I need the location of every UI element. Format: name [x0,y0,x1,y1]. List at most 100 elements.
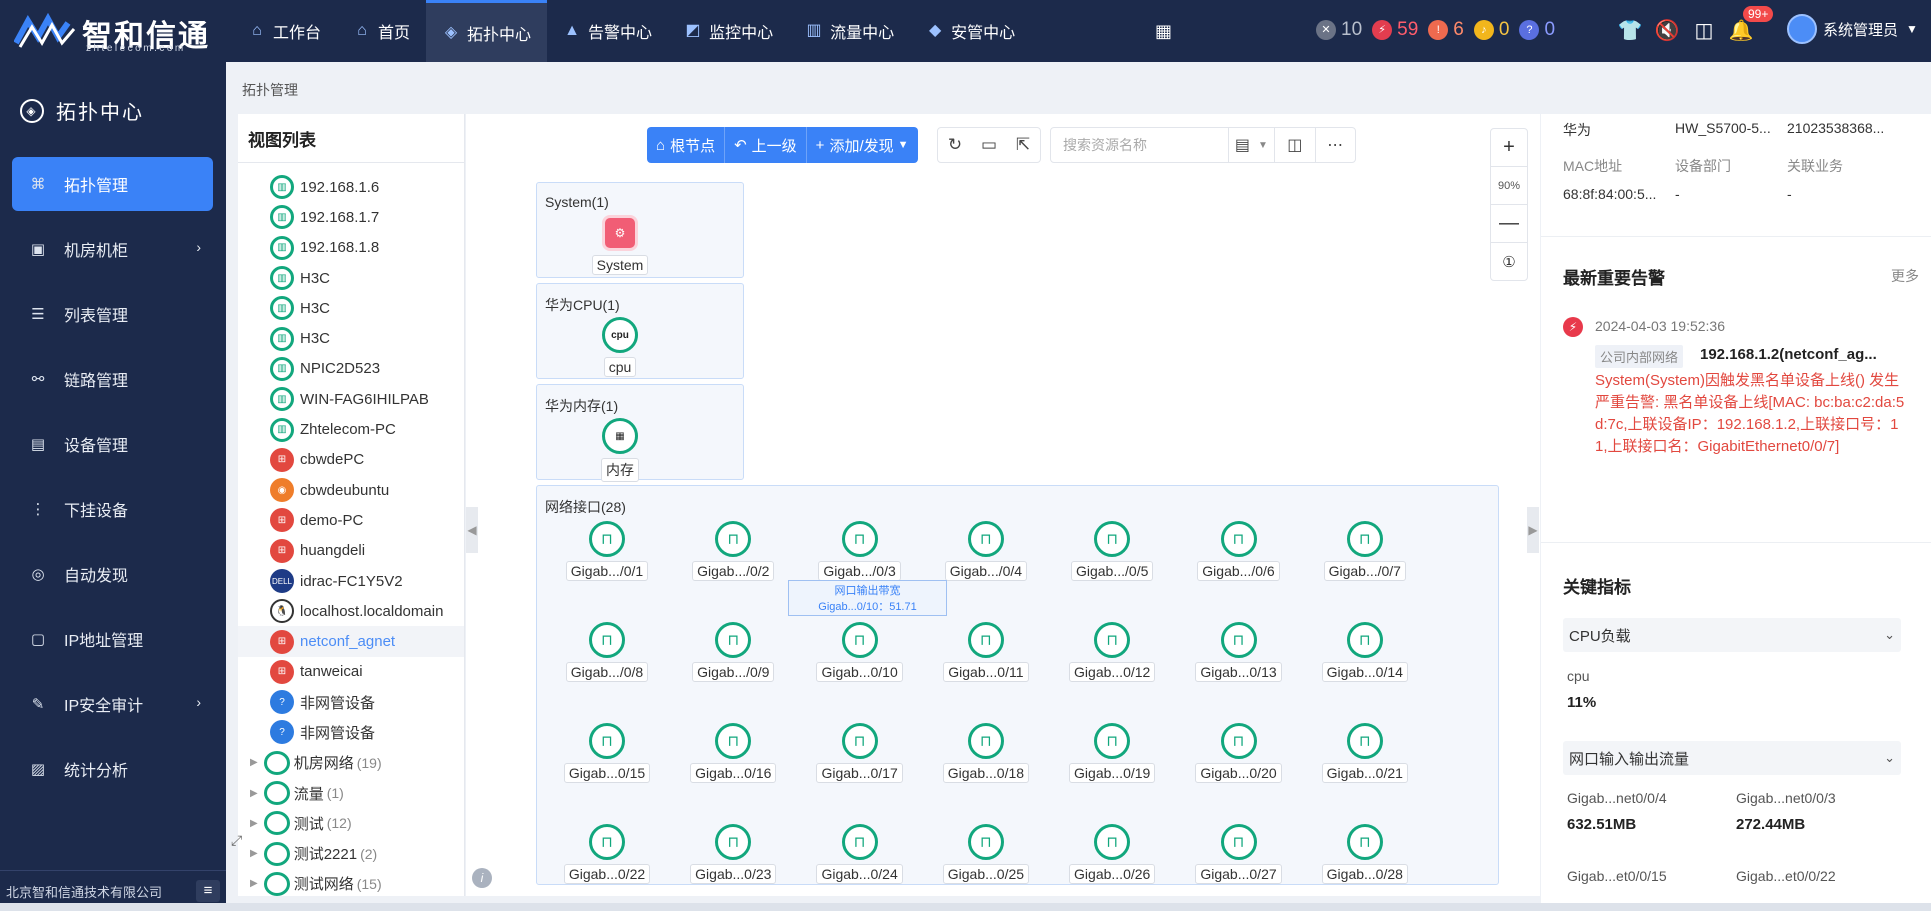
port-node[interactable]: ⊓ Gigab...0/15 [557,723,657,783]
cpu-node[interactable]: cpu cpu [570,317,670,377]
tree-item[interactable]: ? 非网管设备 [238,717,464,747]
sidebar-item-device[interactable]: ▤ 设备管理 [12,417,213,471]
tree-item[interactable]: ? 非网管设备 [238,687,464,717]
tree-item[interactable]: ▥ Zhtelecom-PC [238,414,464,444]
user-menu[interactable]: 系统管理员 ▼ [1787,14,1918,44]
tree-item[interactable]: ⊞ cbwdePC [238,445,464,475]
system-node[interactable]: ⚙ System [570,215,670,275]
root-node-button[interactable]: ⌂ 根节点 [647,127,726,163]
port-node[interactable]: ⊓ Gigab...0/14 [1315,622,1415,682]
tree-group[interactable]: ▶ 测试网络 (15) [238,869,464,896]
port-node[interactable]: ⊓ Gigab...0/10 [810,622,910,682]
tree-item[interactable]: ⊞ netconf_agnet [238,626,464,657]
brand-logo[interactable]: 智和信通 zhtelecom.com [14,9,214,54]
nav-tab-security[interactable]: ◆ 安管中心 [910,0,1031,62]
tree-item[interactable]: ⊞ huangdeli [238,536,464,566]
mute-icon[interactable]: 🔇 [1654,18,1680,44]
menu-toggle-icon[interactable]: ≡ [196,880,220,902]
port-group[interactable]: 网络接口(28) ⊓ Gigab.../0/1 ⊓ Gigab.../0/2 ⊓ Giga… [536,485,1499,885]
export-icon[interactable]: ⇱ [1006,128,1040,162]
tree-item[interactable]: ▥ 192.168.1.6 [238,172,464,202]
tree-item[interactable]: ▥ H3C [238,293,464,323]
alarm-stat-cleared[interactable]: ✕ 10 [1316,19,1362,41]
info-icon[interactable]: i [472,868,492,888]
alarm-stat-major[interactable]: ! 6 [1428,19,1464,41]
memory-group[interactable]: 华为内存(1) ▦ 内存 [536,384,744,482]
port-node[interactable]: ⊓ Gigab.../0/6 [1189,521,1289,581]
tree-group[interactable]: ▶ 流量 (1) [238,778,464,808]
port-node[interactable]: ⊓ Gigab.../0/5 [1062,521,1162,581]
search-type-select[interactable]: ▤ ▼ [1227,128,1274,162]
nav-tab-alert[interactable]: ▲ 告警中心 [547,0,668,62]
tree-group[interactable]: ▶ 测试2221 (2) [238,839,464,869]
tree-item[interactable]: ▥ H3C [238,263,464,293]
alarm-stat-unknown[interactable]: ? 0 [1519,19,1555,41]
port-node[interactable]: ⊓ Gigab...0/12 [1062,622,1162,682]
nav-tab-topology[interactable]: ◈ 拓扑中心 [426,0,548,62]
sidebar-item-link[interactable]: ⚯ 链路管理 [12,352,213,406]
caret-right-icon[interactable]: ▶ [250,757,258,768]
collapse-right-icon[interactable]: ▶ [1527,507,1539,553]
port-node[interactable]: ⊓ Gigab...0/18 [936,723,1036,783]
save-icon[interactable]: ▭ [972,128,1006,162]
port-node[interactable]: ⊓ Gigab.../0/3 [810,521,910,581]
port-node[interactable]: ⊓ Gigab.../0/7 [1315,521,1415,581]
port-node[interactable]: ⊓ Gigab...0/23 [683,824,783,884]
sidebar-item-subdevice[interactable]: ⋮ 下挂设备 [12,482,213,536]
nav-tab-home[interactable]: ⌂ 首页 [337,0,426,62]
port-node[interactable]: ⊓ Gigab...0/26 [1062,824,1162,884]
alarm-stat-critical[interactable]: ⚡ 59 [1372,19,1418,41]
port-node[interactable]: ⊓ Gigab...0/27 [1189,824,1289,884]
system-group[interactable]: System(1) ⚙ System [536,182,744,278]
tree-item[interactable]: ▥ 192.168.1.7 [238,202,464,232]
cpu-metric-select[interactable]: CPU负载 ⌄ [1563,618,1901,652]
port-node[interactable]: ⊓ Gigab...0/13 [1189,622,1289,682]
sidebar-item-cabinet[interactable]: ▣ 机房机柜 › [12,222,213,276]
tree-group[interactable]: ▶ 机房网络 (19) [238,748,464,778]
caret-right-icon[interactable]: ▶ [250,848,258,859]
nav-tab-workbench[interactable]: ⌂ 工作台 [232,0,337,62]
tree-item[interactable]: ⊞ demo-PC [238,505,464,535]
tree-item[interactable]: 🐧 localhost.localdomain [238,596,464,626]
tree-item[interactable]: ▥ 192.168.1.8 [238,233,464,263]
tree-item[interactable]: ▥ NPIC2D523 [238,354,464,384]
caret-right-icon[interactable]: ▶ [250,818,258,829]
port-node[interactable]: ⊓ Gigab...0/21 [1315,723,1415,783]
port-node[interactable]: ⊓ Gigab.../0/1 [557,521,657,581]
flow-metric-select[interactable]: 网口输入输出流量 ⌄ [1563,741,1901,775]
refresh-icon[interactable]: ↻ [938,128,972,162]
tree-item[interactable]: ⊞ tanweicai [238,657,464,687]
port-node[interactable]: ⊓ Gigab.../0/2 [683,521,783,581]
up-level-button[interactable]: ↶ 上一级 [725,127,807,163]
tree-item[interactable]: ▥ H3C [238,323,464,353]
expand-icon[interactable]: ⤢ [231,832,251,852]
layout-icon[interactable]: ◫ [1274,128,1315,162]
apps-grid-icon[interactable]: ▦ [1155,22,1173,40]
port-node[interactable]: ⊓ Gigab...0/28 [1315,824,1415,884]
alarm-stat-minor[interactable]: ♪ 0 [1473,19,1509,41]
caret-right-icon[interactable]: ▶ [250,878,258,889]
port-node[interactable]: ⊓ Gigab.../0/4 [936,521,1036,581]
sidebar-item-ip[interactable]: ▢ IP地址管理 [12,612,213,666]
shirt-icon[interactable]: 👕 [1617,18,1643,44]
sidebar-item-audit[interactable]: ✎ IP安全审计 › [12,677,213,731]
tree-item[interactable]: DELL idrac-FC1Y5V2 [238,566,464,596]
port-node[interactable]: ⊓ Gigab...0/20 [1189,723,1289,783]
nav-tab-monitor[interactable]: ◩ 监控中心 [668,0,789,62]
layout-icon[interactable]: ◫ [1691,18,1717,44]
nav-tab-flow[interactable]: ▥ 流量中心 [789,0,910,62]
tree-group[interactable]: ▶ 测试 (12) [238,808,464,838]
port-node[interactable]: ⊓ Gigab.../0/9 [683,622,783,682]
port-node[interactable]: ⊓ Gigab...0/17 [810,723,910,783]
more-icon[interactable]: ⋯ [1314,128,1356,162]
zoom-out-icon[interactable]: — [1491,205,1527,243]
caret-right-icon[interactable]: ▶ [250,788,258,799]
sidebar-item-stats[interactable]: ▨ 统计分析 [12,742,213,796]
alarms-more-link[interactable]: 更多 [1891,266,1919,286]
port-node[interactable]: ⊓ Gigab...0/22 [557,824,657,884]
zoom-in-icon[interactable]: + [1491,129,1527,167]
port-node[interactable]: ⊓ Gigab.../0/8 [557,622,657,682]
reset-zoom-icon[interactable]: ① [1491,243,1527,281]
tree-item[interactable]: ◉ cbwdeubuntu [238,475,464,505]
port-node[interactable]: ⊓ Gigab...0/16 [683,723,783,783]
